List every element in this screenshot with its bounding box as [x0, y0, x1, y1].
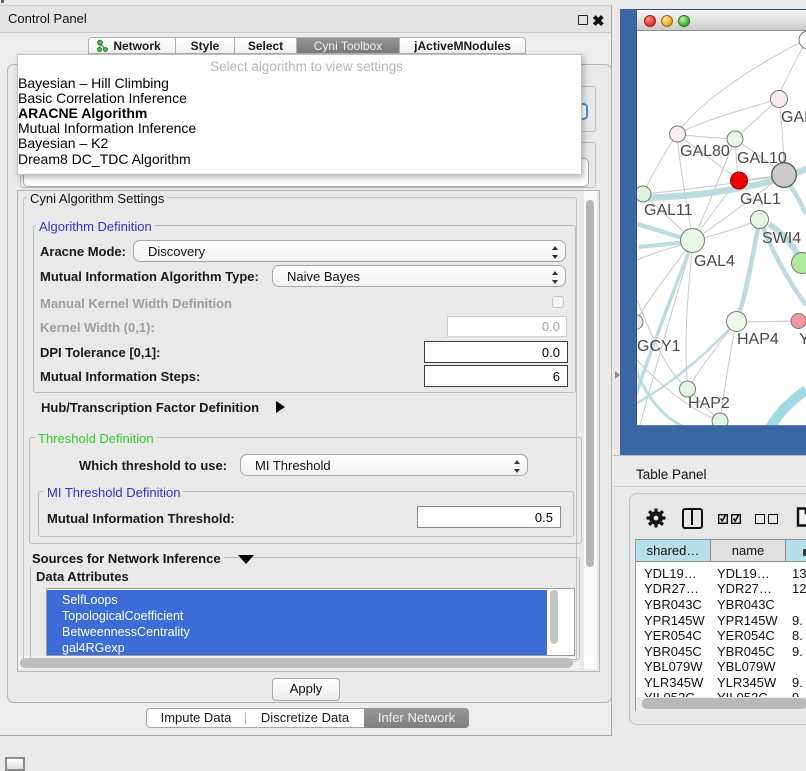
svg-text:Y: Y — [799, 331, 806, 348]
svg-text:GAL10: GAL10 — [737, 150, 787, 167]
svg-text:GAL4: GAL4 — [694, 253, 735, 270]
svg-text:GCY1: GCY1 — [637, 338, 681, 355]
svg-text:GAL1: GAL1 — [740, 191, 781, 208]
svg-text:GAL11: GAL11 — [644, 202, 693, 219]
svg-text:GAL80: GAL80 — [680, 143, 730, 160]
svg-text:GAL7: GAL7 — [781, 109, 806, 126]
svg-text:HAP2: HAP2 — [688, 395, 730, 412]
svg-text:HAP4: HAP4 — [737, 331, 779, 348]
svg-text:SWI4: SWI4 — [762, 230, 801, 247]
